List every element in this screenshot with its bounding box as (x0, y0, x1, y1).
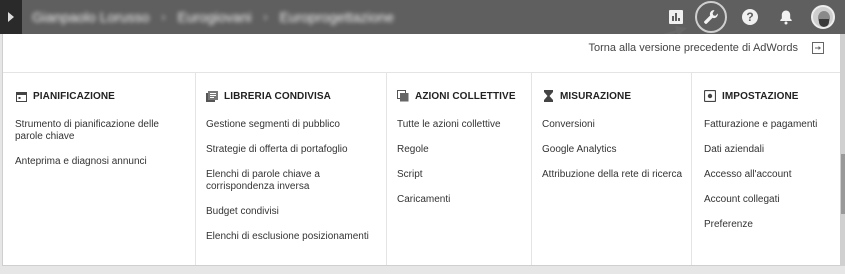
menu-item-placement-exclusion-lists[interactable]: Elenchi di esclusione posizionamenti (206, 231, 378, 243)
column-bulk-actions: AZIONI COLLETTIVE Tutte le azioni collet… (387, 73, 532, 265)
menu-item-business-data[interactable]: Dati aziendali (704, 144, 836, 156)
menu-item-rules[interactable]: Regole (397, 144, 525, 156)
copy-icon (397, 90, 409, 102)
scrollbar[interactable] (841, 34, 845, 266)
menu-item-shared-budgets[interactable]: Budget condivisi (206, 206, 378, 218)
old-version-label[interactable]: Torna alla versione precedente di AdWord… (588, 42, 798, 54)
avatar[interactable] (811, 5, 835, 29)
menu-item-portfolio-bid-strategies[interactable]: Strategie di offerta di portafoglio (206, 144, 378, 156)
help-icon[interactable]: ? (737, 4, 763, 30)
breadcrumb-item-adgroup[interactable]: Europrogettazione (279, 9, 393, 25)
scrollbar-thumb[interactable] (841, 154, 845, 214)
menu-item-search-attribution[interactable]: Attribuzione della rete di ricerca (542, 169, 685, 181)
menu-item-all-bulk-actions[interactable]: Tutte le azioni collettive (397, 119, 525, 131)
hourglass-icon (542, 90, 554, 102)
old-version-link[interactable]: Torna alla versione precedente di AdWord… (588, 42, 824, 54)
menu-item-uploads[interactable]: Caricamenti (397, 194, 525, 206)
bell-icon[interactable] (773, 4, 799, 30)
settings-icon (704, 90, 716, 102)
column-title: AZIONI COLLETTIVE (415, 90, 516, 102)
menu-item-ad-preview[interactable]: Anteprima e diagnosi annunci (15, 156, 187, 168)
chevron-right-icon: › (263, 10, 268, 24)
menu-item-account-access[interactable]: Accesso all'account (704, 169, 836, 181)
column-measurement: MISURAZIONE Conversioni Google Analytics… (532, 73, 692, 265)
column-setup: IMPOSTAZIONE Fatturazione e pagamenti Da… (692, 73, 840, 265)
library-icon (206, 90, 218, 102)
column-shared-library: LIBRERIA CONDIVISA Gestione segmenti di … (196, 73, 387, 265)
menu-item-preferences[interactable]: Preferenze (704, 219, 836, 231)
breadcrumb-item-campaign[interactable]: Eurogiovani (178, 9, 252, 25)
menu-item-negative-keyword-lists[interactable]: Elenchi di parole chiave a corrispondenz… (206, 169, 378, 193)
breadcrumb: Gianpaolo Lorusso › Eurogiovani › Europr… (32, 9, 394, 25)
chevron-right-icon (8, 12, 14, 22)
menu-item-google-analytics[interactable]: Google Analytics (542, 144, 685, 156)
tools-button[interactable] (695, 1, 727, 33)
breadcrumb-item-account[interactable]: Gianpaolo Lorusso (32, 9, 150, 25)
menu-item-billing[interactable]: Fatturazione e pagamenti (704, 119, 836, 131)
wrench-icon (704, 10, 718, 24)
tools-columns: PIANIFICAZIONE Strumento di pianificazio… (3, 73, 840, 265)
top-bar: Gianpaolo Lorusso › Eurogiovani › Europr… (0, 0, 845, 34)
tools-menu-panel: Torna alla versione precedente di AdWord… (2, 34, 841, 266)
menu-item-conversions[interactable]: Conversioni (542, 119, 685, 131)
column-title: IMPOSTAZIONE (722, 90, 799, 102)
menu-item-keyword-planner[interactable]: Strumento di pianificazione delle parole… (15, 119, 187, 143)
exit-icon[interactable] (812, 42, 824, 54)
chevron-right-icon: › (161, 10, 166, 24)
column-title: MISURAZIONE (560, 90, 632, 102)
menu-item-scripts[interactable]: Script (397, 169, 525, 181)
column-title: LIBRERIA CONDIVISA (224, 90, 331, 102)
column-title: PIANIFICAZIONE (33, 90, 115, 102)
menu-item-linked-accounts[interactable]: Account collegati (704, 194, 836, 206)
calendar-icon (15, 90, 27, 102)
column-planning: PIANIFICAZIONE Strumento di pianificazio… (3, 73, 196, 265)
menu-item-audience-manager[interactable]: Gestione segmenti di pubblico (206, 119, 378, 131)
menu-toggle-button[interactable] (0, 0, 22, 34)
